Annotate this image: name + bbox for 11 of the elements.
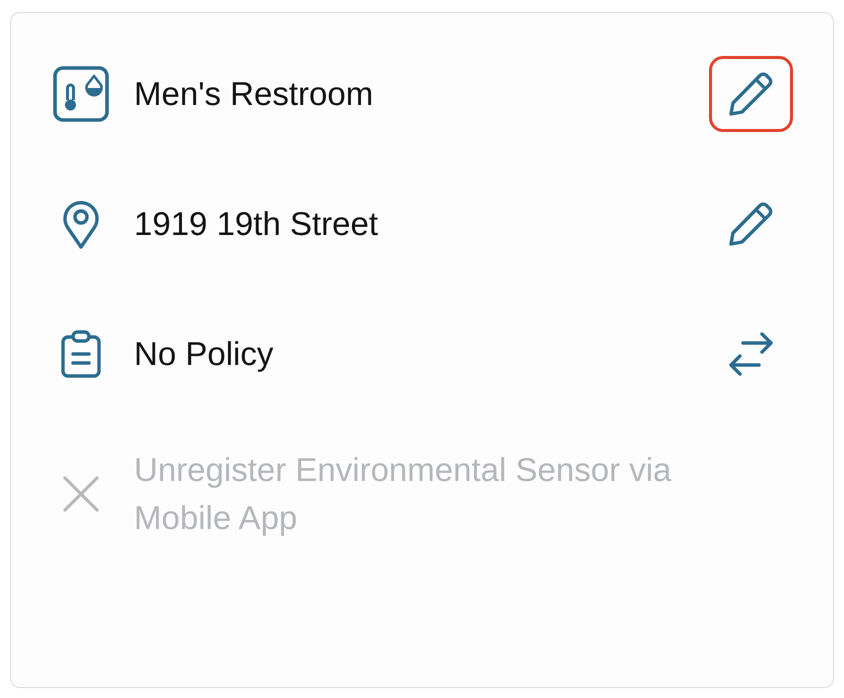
location-pin-icon xyxy=(61,198,101,250)
pencil-icon xyxy=(728,71,774,117)
thermometer-drop-icon xyxy=(53,66,109,122)
close-icon xyxy=(63,476,99,512)
clipboard-icon xyxy=(61,330,101,378)
swap-arrows-icon xyxy=(727,331,775,377)
edit-button[interactable] xyxy=(709,56,793,132)
address-text: 1919 19th Street xyxy=(134,204,378,244)
pencil-icon xyxy=(728,201,774,247)
policy-text: No Policy xyxy=(134,334,274,374)
device-name: Men's Restroom xyxy=(134,74,374,114)
